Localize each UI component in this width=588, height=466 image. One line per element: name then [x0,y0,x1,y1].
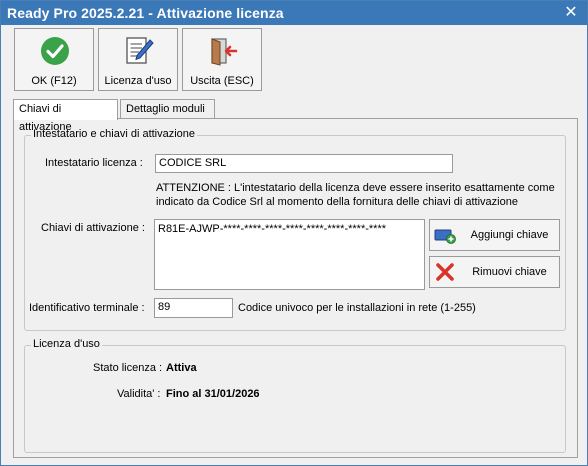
key-entry[interactable]: R81E-AJWP-****-****-****-****-****-****-… [158,223,386,235]
window-title: Ready Pro 2025.2.21 - Attivazione licenz… [7,5,284,21]
holder-label: Intestatario licenza : [45,157,143,169]
holder-keys-group: Intestatario e chiavi di attivazione Int… [24,128,566,331]
remove-key-button[interactable]: Rimuovi chiave [429,256,560,288]
license-group-title: Licenza d'uso [31,338,102,350]
exit-button[interactable]: Uscita (ESC) [182,28,262,91]
keys-list[interactable]: R81E-AJWP-****-****-****-****-****-****-… [154,219,425,290]
status-label: Stato licenza : [93,362,163,374]
keys-label: Chiavi di attivazione : [41,222,145,234]
tab-module-details[interactable]: Dettaglio moduli [120,99,215,119]
ok-button-label: OK (F12) [31,75,77,87]
attention-line-1: ATTENZIONE : L'intestatario della licenz… [156,182,555,194]
attention-text: ATTENZIONE : L'intestatario della licenz… [156,181,556,209]
license-button-label: Licenza d'uso [104,75,172,87]
add-key-button[interactable]: Aggiungi chiave [429,219,560,251]
exit-door-icon [211,38,238,66]
title-bar[interactable]: Ready Pro 2025.2.21 - Attivazione licenz… [1,1,587,25]
holder-input[interactable]: CODICE SRL [155,154,453,173]
document-edit-icon [126,37,154,64]
status-value: Attiva [166,362,197,374]
terminal-label: Identificativo terminale : [29,302,145,314]
ok-button[interactable]: OK (F12) [14,28,94,91]
remove-x-icon [436,263,454,281]
attention-line-2: indicato da Codice Srl al momento della … [156,196,518,208]
add-key-label: Aggiungi chiave [470,229,549,241]
validity-value: Fino al 31/01/2026 [166,388,260,400]
tab-panel: Intestatario e chiavi di attivazione Int… [13,118,578,458]
toolbar: OK (F12) Licenza d'uso Uscita (ESC) [2,25,587,95]
validity-label: Validita' : [117,388,161,400]
tab-activation-keys[interactable]: Chiavi di attivazione [13,99,118,133]
license-group: Licenza d'uso Stato licenza : Attiva Val… [24,338,566,453]
checkmark-icon [41,37,69,65]
add-key-icon [434,229,456,244]
remove-key-label: Rimuovi chiave [472,266,547,278]
window: Ready Pro 2025.2.21 - Attivazione licenz… [0,0,588,466]
exit-button-label: Uscita (ESC) [190,75,254,87]
terminal-input[interactable]: 89 [154,298,233,318]
terminal-hint: Codice univoco per le installazioni in r… [238,302,476,314]
close-icon[interactable]: ✕ [561,3,581,23]
license-button[interactable]: Licenza d'uso [98,28,178,91]
